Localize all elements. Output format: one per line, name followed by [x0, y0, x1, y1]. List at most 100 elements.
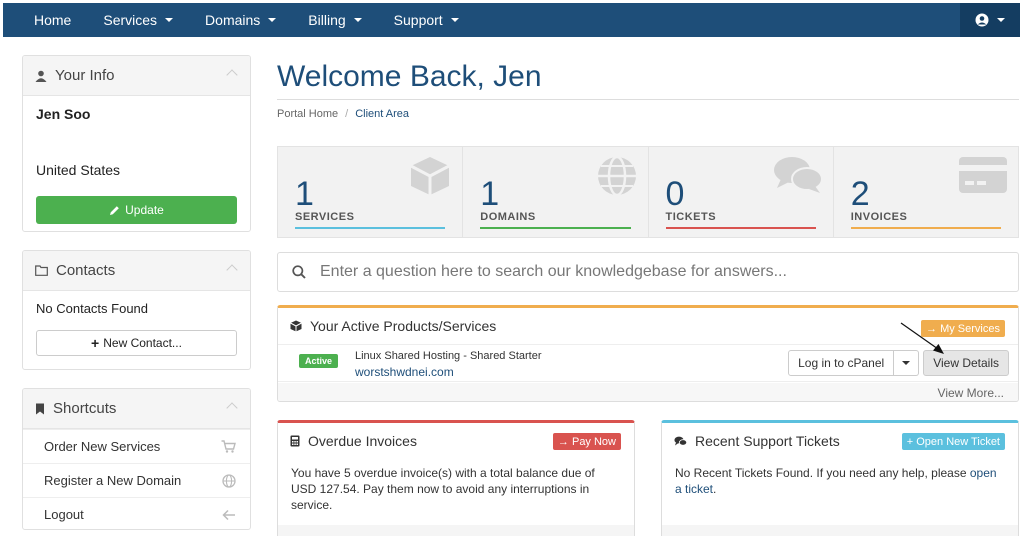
- shortcut-logout[interactable]: Logout: [23, 497, 250, 529]
- your-info-title: Your Info: [55, 67, 115, 84]
- pay-now-button[interactable]: → Pay Now: [552, 433, 621, 450]
- breadcrumb-portal-home[interactable]: Portal Home: [277, 108, 338, 120]
- stats-bar: 1 SERVICES 1 DOMAINS 0 TICKETS 2 INVOICE…: [277, 146, 1019, 238]
- stat-underline: [480, 227, 631, 229]
- nav-billing[interactable]: Billing: [292, 3, 377, 37]
- no-contacts-text: No Contacts Found: [36, 301, 149, 316]
- shortcuts-title: Shortcuts: [53, 400, 117, 417]
- card-footer: [662, 525, 1018, 536]
- stat-underline: [295, 227, 446, 229]
- comments-icon: [674, 436, 687, 447]
- nav-billing-label: Billing: [308, 12, 346, 28]
- view-more-footer: [278, 383, 1018, 401]
- overdue-invoices-header: Overdue Invoices → Pay Now: [278, 423, 634, 459]
- stat-services[interactable]: 1 SERVICES: [278, 147, 464, 237]
- client-country: United States: [36, 162, 121, 178]
- shortcut-order-new-services[interactable]: Order New Services: [23, 429, 250, 463]
- cpanel-login-label: Log in to cPanel: [798, 356, 885, 370]
- caret-down-icon: [450, 18, 459, 22]
- chevron-up-icon[interactable]: [226, 402, 238, 414]
- update-label: Update: [125, 203, 164, 217]
- comments-icon: [773, 157, 823, 193]
- breadcrumb-separator: /: [345, 108, 349, 120]
- shortcut-label: Order New Services: [44, 439, 161, 454]
- overdue-invoices-card: Overdue Invoices → Pay Now You have 5 ov…: [277, 420, 635, 536]
- calculator-icon: [290, 435, 300, 447]
- stat-label: TICKETS: [665, 211, 717, 223]
- bookmark-icon: [35, 403, 45, 415]
- contacts-panel: Contacts No Contacts Found + New Contact…: [22, 250, 251, 370]
- shortcuts-header[interactable]: Shortcuts: [23, 389, 250, 429]
- account-menu[interactable]: [960, 3, 1020, 37]
- nav-services[interactable]: Services: [87, 3, 189, 37]
- annotation-arrow-icon: [900, 322, 944, 354]
- nav-support[interactable]: Support: [378, 3, 475, 37]
- new-contact-button[interactable]: + New Contact...: [36, 330, 237, 356]
- nav-support-label: Support: [393, 12, 443, 28]
- stat-underline: [665, 227, 816, 229]
- no-tickets-text: No Recent Tickets Found. If you need any…: [675, 466, 967, 480]
- user-circle-icon: [975, 13, 989, 27]
- kb-search-input[interactable]: [320, 263, 970, 281]
- card-footer: [278, 525, 634, 536]
- stat-tickets[interactable]: 0 TICKETS: [649, 147, 834, 237]
- cube-icon: [290, 320, 302, 332]
- globe-icon: [597, 155, 636, 197]
- your-info-panel: Your Info Jen Soo United States Update: [22, 55, 251, 232]
- contacts-header[interactable]: Contacts: [23, 251, 250, 291]
- stat-underline: [850, 227, 1001, 229]
- stat-label: SERVICES: [295, 211, 355, 223]
- stat-domains[interactable]: 1 DOMAINS: [463, 147, 649, 237]
- user-icon: [35, 70, 47, 82]
- contacts-title: Contacts: [56, 262, 116, 279]
- product-actions: Log in to cPanel View Details: [788, 350, 1009, 376]
- nav-home[interactable]: Home: [3, 3, 87, 37]
- plus-icon: +: [91, 335, 100, 351]
- new-contact-label: New Contact...: [103, 336, 182, 350]
- caret-down-icon: [353, 18, 362, 22]
- nav-services-label: Services: [103, 12, 158, 28]
- arrow-left-icon: [222, 509, 235, 520]
- folder-icon: [35, 265, 48, 276]
- chevron-up-icon[interactable]: [226, 69, 238, 81]
- stat-label: DOMAINS: [480, 211, 536, 223]
- caret-down-icon: [268, 18, 277, 22]
- open-new-ticket-button[interactable]: + Open New Ticket: [901, 433, 1005, 450]
- globe-icon: [222, 473, 236, 488]
- page-title: Welcome Back, Jen: [277, 60, 542, 93]
- stat-count: 0: [665, 175, 685, 213]
- search-icon: [292, 265, 306, 279]
- credit-card-icon: [959, 157, 1007, 193]
- cart-icon: [221, 440, 236, 453]
- recent-tickets-body: No Recent Tickets Found. If you need any…: [662, 459, 1018, 503]
- breadcrumb: Portal Home / Client Area: [277, 108, 409, 120]
- client-name: Jen Soo: [36, 106, 91, 122]
- cpanel-login-button[interactable]: Log in to cPanel: [788, 350, 895, 376]
- caret-down-icon: [997, 18, 1005, 22]
- pencil-icon: [110, 205, 119, 215]
- cube-icon: [410, 157, 450, 195]
- nav-domains[interactable]: Domains: [189, 3, 292, 37]
- product-domain-link[interactable]: worstshwdnei.com: [355, 365, 454, 379]
- shortcuts-panel: Shortcuts Order New Services Register a …: [22, 388, 251, 530]
- kb-search-box: [277, 252, 1019, 292]
- open-new-ticket-label: + Open New Ticket: [906, 435, 1000, 448]
- update-button[interactable]: Update: [36, 196, 237, 224]
- view-more-link[interactable]: View More...: [938, 386, 1004, 400]
- product-name: Linux Shared Hosting - Shared Starter: [355, 350, 542, 362]
- shortcut-register-domain[interactable]: Register a New Domain: [23, 463, 250, 497]
- stat-invoices[interactable]: 2 INVOICES: [834, 147, 1018, 237]
- your-info-header[interactable]: Your Info: [23, 56, 250, 96]
- stat-count: 2: [850, 175, 870, 213]
- caret-down-icon: [902, 361, 911, 365]
- chevron-up-icon[interactable]: [226, 264, 238, 276]
- recent-tickets-title: Recent Support Tickets: [695, 433, 840, 449]
- active-products-title: Your Active Products/Services: [310, 318, 497, 334]
- overdue-invoices-title: Overdue Invoices: [308, 433, 417, 449]
- overdue-invoices-body: You have 5 overdue invoice(s) with a tot…: [291, 466, 595, 512]
- recent-tickets-header: Recent Support Tickets + Open New Ticket: [662, 423, 1018, 459]
- stat-count: 1: [480, 175, 500, 213]
- stat-label: INVOICES: [850, 211, 908, 223]
- shortcut-label: Register a New Domain: [44, 473, 182, 488]
- caret-down-icon: [165, 18, 174, 22]
